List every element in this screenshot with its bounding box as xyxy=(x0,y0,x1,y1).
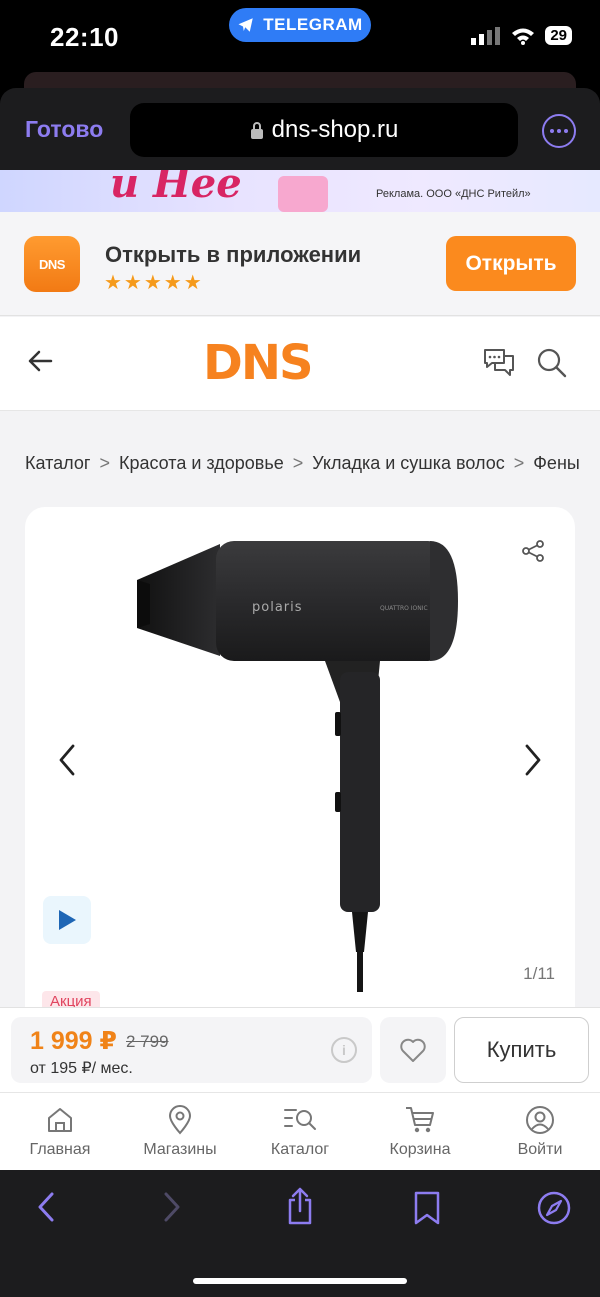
web-page: и Нее Реклама. ООО «ДНС Ритейл» DNS Откр… xyxy=(0,170,600,1092)
price-box: 1 999 ₽ 2 799 от 195 ₽/ мес. i xyxy=(11,1017,372,1083)
breadcrumb-item[interactable]: Красота и здоровье xyxy=(119,453,284,473)
current-price: 1 999 ₽ xyxy=(30,1027,117,1055)
breadcrumb-separator: > xyxy=(99,453,110,473)
breadcrumb-separator: > xyxy=(513,453,525,473)
app-promo-title: Открыть в приложении xyxy=(105,242,362,267)
gift-box-image xyxy=(278,176,328,212)
browser-back-icon[interactable] xyxy=(36,1190,56,1224)
open-in-app-button[interactable]: Открыть xyxy=(446,236,576,291)
gallery-prev-button[interactable] xyxy=(57,743,77,777)
location-pin-icon xyxy=(168,1105,192,1135)
browser-toolbar: Готово dns-shop.ru xyxy=(0,88,600,170)
gallery-counter: 1/11 xyxy=(523,964,555,983)
tab-home-label: Главная xyxy=(29,1141,91,1158)
video-play-button[interactable] xyxy=(43,896,91,944)
share-sheet-icon[interactable] xyxy=(285,1186,315,1226)
tab-stores-label: Магазины xyxy=(143,1141,217,1158)
signal-icon xyxy=(471,26,501,45)
breadcrumb: Каталог > Красота и здоровье > Укладка и суш… xyxy=(25,453,580,474)
ad-banner[interactable]: и Нее Реклама. ООО «ДНС Ритейл» xyxy=(0,170,600,212)
url-text: dns-shop.ru xyxy=(271,116,399,143)
wifi-icon xyxy=(512,28,535,45)
product-gallery-card: polaris QUATTRO IONIC 1/11 Акция xyxy=(25,507,575,1092)
buy-bar: 1 999 ₽ 2 799 от 195 ₽/ мес. i Купить xyxy=(0,1008,600,1092)
add-to-wishlist-button[interactable] xyxy=(380,1017,446,1083)
address-bar[interactable]: dns-shop.ru xyxy=(130,103,518,157)
status-time: 22:10 xyxy=(50,22,119,52)
status-icons: 29 xyxy=(471,26,572,45)
done-button[interactable]: Готово xyxy=(25,116,103,143)
home-indicator xyxy=(193,1278,407,1284)
tab-login-label: Войти xyxy=(517,1141,563,1158)
svg-text:polaris: polaris xyxy=(252,600,303,615)
tab-login[interactable]: Войти xyxy=(480,1093,600,1170)
telegram-icon xyxy=(238,18,254,32)
more-dots-icon xyxy=(550,129,554,133)
installment-price: от 195 ₽/ мес. xyxy=(30,1060,133,1077)
old-price: 2 799 xyxy=(126,1032,169,1051)
breadcrumb-separator: > xyxy=(292,453,304,473)
breadcrumb-item[interactable]: Каталог xyxy=(25,453,90,473)
ad-headline: и Нее xyxy=(110,170,242,207)
site-header: DNS xyxy=(0,317,600,411)
catalog-search-icon xyxy=(284,1109,316,1130)
tab-cart-label: Корзина xyxy=(389,1141,451,1158)
buy-button[interactable]: Купить xyxy=(454,1017,589,1083)
user-icon xyxy=(526,1106,554,1134)
home-icon xyxy=(48,1108,72,1132)
gallery-next-button[interactable] xyxy=(523,743,543,777)
bottom-tab-bar: Главная Магазины Каталог Корзина Войти xyxy=(0,1092,600,1170)
status-bar: 22:10 TELEGRAM 29 xyxy=(0,0,600,72)
play-icon xyxy=(59,910,76,930)
bookmarks-icon[interactable] xyxy=(412,1190,442,1226)
back-arrow-icon[interactable] xyxy=(26,347,54,375)
browser-forward-icon[interactable] xyxy=(162,1190,182,1224)
dns-logo[interactable]: DNS xyxy=(203,335,314,391)
tab-catalog-label: Каталог xyxy=(270,1141,330,1158)
telegram-label: TELEGRAM xyxy=(263,15,363,34)
chat-icon[interactable] xyxy=(482,347,516,379)
app-logo: DNS xyxy=(24,236,80,292)
info-icon[interactable]: i xyxy=(331,1037,357,1063)
share-icon[interactable] xyxy=(521,539,545,563)
cart-icon xyxy=(406,1107,434,1133)
product-image-hair-dryer: polaris QUATTRO IONIC xyxy=(137,541,458,992)
tab-home[interactable]: Главная xyxy=(0,1093,120,1170)
search-icon[interactable] xyxy=(537,348,567,378)
tab-catalog[interactable]: Каталог xyxy=(240,1093,360,1170)
svg-text:QUATTRO IONIC: QUATTRO IONIC xyxy=(380,605,428,612)
telegram-pill[interactable]: TELEGRAM xyxy=(229,8,371,42)
more-options-button[interactable] xyxy=(542,114,576,148)
tab-cart[interactable]: Корзина xyxy=(360,1093,480,1170)
lock-icon xyxy=(250,122,263,139)
breadcrumb-item[interactable]: Фены xyxy=(533,453,580,473)
tab-stores[interactable]: Магазины xyxy=(120,1093,240,1170)
heart-icon xyxy=(400,1038,426,1062)
app-promo-banner: DNS Открыть в приложении ★★★★★ Открыть xyxy=(0,212,600,316)
breadcrumb-item[interactable]: Укладка и сушка волос xyxy=(312,453,504,473)
ad-disclaimer: Реклама. ООО «ДНС Ритейл» xyxy=(376,188,531,200)
battery-indicator: 29 xyxy=(545,26,572,45)
compass-icon[interactable] xyxy=(536,1190,572,1226)
app-rating-stars: ★★★★★ xyxy=(104,272,204,294)
